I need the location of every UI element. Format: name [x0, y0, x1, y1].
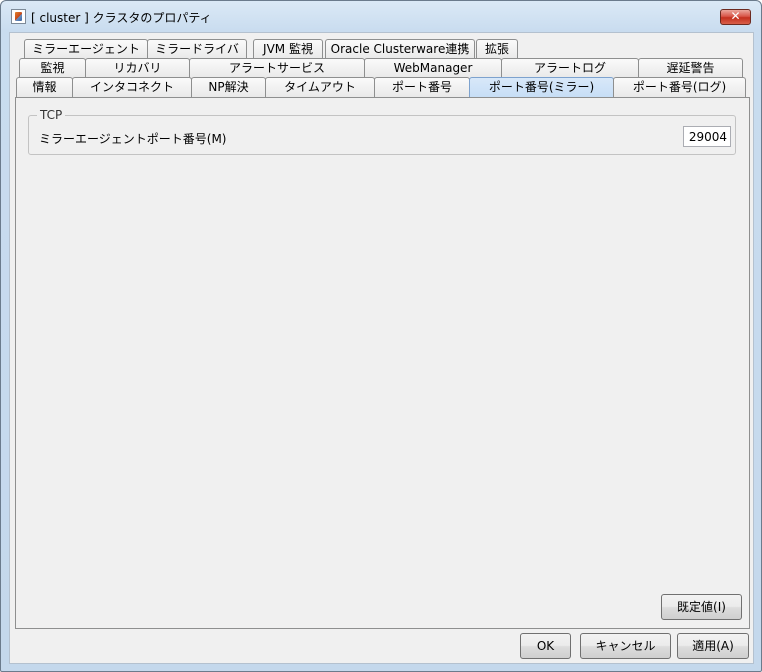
apply-button[interactable]: 適用(A) [677, 633, 749, 659]
tab-np-resolution[interactable]: NP解決 [191, 77, 266, 97]
tcp-group-title: TCP [37, 108, 66, 122]
tab-port-number-mirror[interactable]: ポート番号(ミラー) [469, 77, 614, 97]
default-value-button[interactable]: 既定値(I) [661, 594, 742, 620]
tab-extension[interactable]: 拡張 [476, 39, 518, 59]
tab-jvm-monitor[interactable]: JVM 監視 [253, 39, 323, 59]
tab-alert-log[interactable]: アラートログ [501, 58, 639, 78]
title-bar[interactable]: [ cluster ] クラスタのプロパティ ✕ [1, 1, 761, 31]
window-title: [ cluster ] クラスタのプロパティ [31, 11, 212, 25]
tab-mirror-agent[interactable]: ミラーエージェント [24, 39, 148, 59]
tcp-group: TCP ミラーエージェントポート番号(M) [28, 108, 736, 155]
tab-webmanager[interactable]: WebManager [364, 58, 502, 78]
tab-interconnect[interactable]: インタコネクト [72, 77, 192, 97]
tab-recovery[interactable]: リカバリ [85, 58, 190, 78]
tab-info[interactable]: 情報 [16, 77, 73, 97]
tab-port-number[interactable]: ポート番号 [374, 77, 470, 97]
java-cup-icon [11, 9, 26, 24]
tab-oracle-clusterware[interactable]: Oracle Clusterware連携 [325, 39, 475, 59]
tab-timeout[interactable]: タイムアウト [265, 77, 375, 97]
tab-delay-warning[interactable]: 遅延警告 [638, 58, 743, 78]
tab-port-number-log[interactable]: ポート番号(ログ) [613, 77, 746, 97]
mirror-agent-port-label: ミラーエージェントポート番号(M) [39, 132, 227, 146]
mirror-agent-port-input[interactable] [683, 126, 731, 147]
close-button[interactable]: ✕ [720, 9, 751, 25]
tab-monitor[interactable]: 監視 [19, 58, 86, 78]
ok-button[interactable]: OK [520, 633, 571, 659]
tab-mirror-driver[interactable]: ミラードライバ [147, 39, 247, 59]
cancel-button[interactable]: キャンセル [580, 633, 671, 659]
dialog-client-area: ミラーエージェント ミラードライバ JVM 監視 Oracle Clusterw… [9, 32, 754, 664]
tab-content-panel: TCP ミラーエージェントポート番号(M) [15, 97, 750, 629]
tab-alert-service[interactable]: アラートサービス [189, 58, 365, 78]
properties-window: [ cluster ] クラスタのプロパティ ✕ ミラーエージェント ミラードラ… [0, 0, 762, 672]
close-icon: ✕ [730, 9, 741, 23]
